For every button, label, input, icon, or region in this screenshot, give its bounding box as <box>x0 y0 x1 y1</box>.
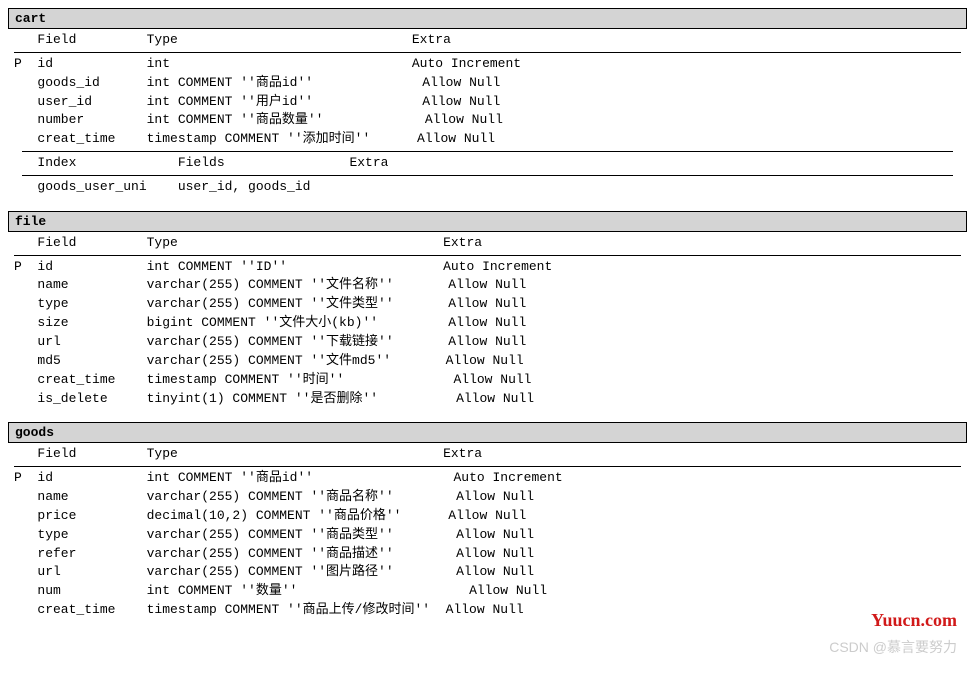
column-row: P id int Auto Increment <box>8 55 967 74</box>
column-row: md5 varchar(255) COMMENT ''文件md5'' Allow… <box>8 352 967 371</box>
table-section-cart: cart Field Type Extra P id int Auto Incre… <box>8 8 967 197</box>
divider <box>22 151 953 152</box>
column-row: type varchar(255) COMMENT ''文件类型'' Allow… <box>8 295 967 314</box>
table-title-box: cart <box>8 8 967 29</box>
index-header: Index Fields Extra <box>8 154 967 173</box>
column-row: number int COMMENT ''商品数量'' Allow Null <box>8 111 967 130</box>
column-row: refer varchar(255) COMMENT ''商品描述'' Allo… <box>8 545 967 564</box>
column-row: creat_time timestamp COMMENT ''时间'' Allo… <box>8 371 967 390</box>
column-row: name varchar(255) COMMENT ''商品名称'' Allow… <box>8 488 967 507</box>
column-row: size bigint COMMENT ''文件大小(kb)'' Allow N… <box>8 314 967 333</box>
columns-header: Field Type Extra <box>8 445 967 464</box>
divider <box>14 255 961 256</box>
watermark-csdn: CSDN @慕言要努力 <box>829 637 957 657</box>
column-row: goods_id int COMMENT ''商品id'' Allow Null <box>8 74 967 93</box>
column-row: price decimal(10,2) COMMENT ''商品价格'' All… <box>8 507 967 526</box>
divider <box>14 466 961 467</box>
table-title-box: goods <box>8 422 967 443</box>
columns-header: Field Type Extra <box>8 31 967 50</box>
columns-header: Field Type Extra <box>8 234 967 253</box>
column-row: is_delete tinyint(1) COMMENT ''是否删除'' Al… <box>8 390 967 409</box>
column-row: url varchar(255) COMMENT ''下载链接'' Allow … <box>8 333 967 352</box>
index-row: goods_user_uni user_id, goods_id <box>8 178 967 197</box>
column-row: creat_time timestamp COMMENT ''商品上传/修改时间… <box>8 601 967 620</box>
column-row: P id int COMMENT ''商品id'' Auto Increment <box>8 469 967 488</box>
table-section-goods: goods Field Type Extra P id int COMMENT '… <box>8 422 967 620</box>
divider <box>22 175 953 176</box>
column-row: creat_time timestamp COMMENT ''添加时间'' Al… <box>8 130 967 149</box>
column-row: P id int COMMENT ''ID'' Auto Increment <box>8 258 967 277</box>
divider <box>14 52 961 53</box>
watermark-yuucn: Yuucn.com <box>871 610 957 631</box>
table-name: goods <box>15 425 54 440</box>
table-section-file: file Field Type Extra P id int COMMENT ''… <box>8 211 967 409</box>
table-name: cart <box>15 11 46 26</box>
column-row: name varchar(255) COMMENT ''文件名称'' Allow… <box>8 276 967 295</box>
column-row: url varchar(255) COMMENT ''图片路径'' Allow … <box>8 563 967 582</box>
column-row: type varchar(255) COMMENT ''商品类型'' Allow… <box>8 526 967 545</box>
table-title-box: file <box>8 211 967 232</box>
column-row: num int COMMENT ''数量'' Allow Null <box>8 582 967 601</box>
column-row: user_id int COMMENT ''用户id'' Allow Null <box>8 93 967 112</box>
table-name: file <box>15 214 46 229</box>
